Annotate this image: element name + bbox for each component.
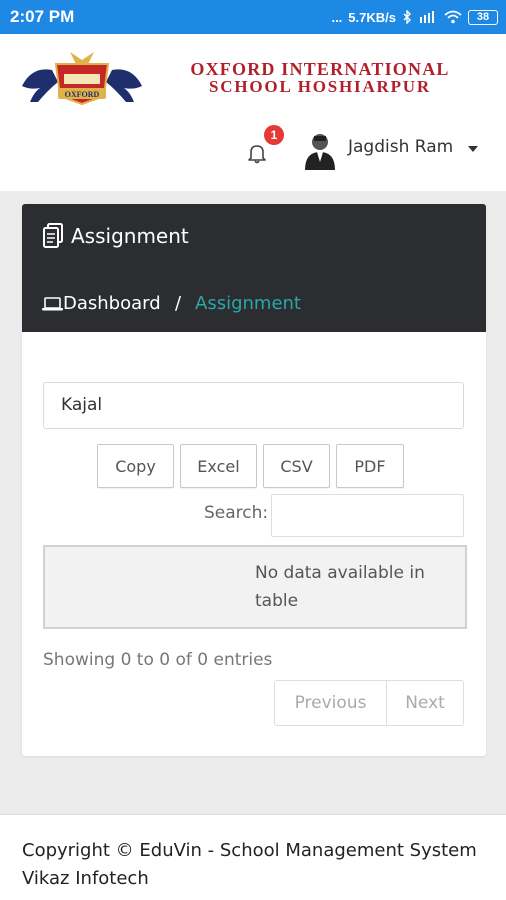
signal-icon <box>420 10 434 23</box>
status-dots: ... <box>331 9 343 25</box>
school-name-line2: SCHOOL HOSHIARPUR <box>209 77 431 96</box>
student-select[interactable]: Kajal <box>43 382 464 429</box>
csv-button[interactable]: CSV <box>263 444 330 488</box>
network-speed: 5.7KB/s <box>348 9 396 25</box>
bell-icon[interactable] <box>246 142 268 164</box>
user-name[interactable]: Jagdish Ram <box>348 137 453 157</box>
breadcrumb-separator: / <box>175 293 182 314</box>
data-table: No data available in table <box>43 545 467 629</box>
caret-down-icon[interactable] <box>468 146 478 152</box>
pdf-button[interactable]: PDF <box>336 444 404 488</box>
card-header: Assignment Dashboard / Assignment <box>22 204 486 332</box>
excel-button[interactable]: Excel <box>180 444 257 488</box>
logo-text: OXFORD <box>65 90 100 99</box>
wifi-icon <box>444 10 462 24</box>
breadcrumb-assignment: Assignment <box>195 293 301 314</box>
page-title: Assignment <box>71 224 189 248</box>
school-name: OXFORD INTERNATIONAL SCHOOL HOSHIARPUR <box>150 60 490 96</box>
previous-button[interactable]: Previous <box>275 681 387 725</box>
notification-badge[interactable]: 1 <box>264 125 284 145</box>
pagination: Previous Next <box>274 680 464 726</box>
table-info: Showing 0 to 0 of 0 entries <box>43 650 273 670</box>
battery-icon: 38 <box>468 9 498 25</box>
app-header: OXFORD OXFORD INTERNATIONAL SCHOOL HOSHI… <box>0 34 506 191</box>
school-name-line1: OXFORD INTERNATIONAL <box>190 59 450 79</box>
school-logo[interactable]: OXFORD <box>18 46 146 108</box>
laptop-icon <box>42 297 63 311</box>
assignment-card: Assignment Dashboard / Assignment Kajal … <box>22 204 486 756</box>
table-empty-message: No data available in table <box>255 563 425 611</box>
search-input[interactable] <box>271 494 464 537</box>
status-icons: ... 5.7KB/s 38 <box>331 9 498 25</box>
user-avatar[interactable] <box>303 130 337 170</box>
status-bar: 2:07 PM ... 5.7KB/s 38 <box>0 0 506 34</box>
bluetooth-icon <box>403 10 411 24</box>
next-button[interactable]: Next <box>387 681 463 725</box>
footer-copyright: Copyright © EduVin - School Management S… <box>22 840 477 861</box>
footer-company[interactable]: Vikaz Infotech <box>22 865 506 893</box>
search-label: Search: <box>204 503 269 523</box>
copy-button[interactable]: Copy <box>97 444 174 488</box>
footer: Copyright © EduVin - School Management S… <box>0 814 506 900</box>
breadcrumb-dashboard[interactable]: Dashboard <box>63 293 161 314</box>
status-time: 2:07 PM <box>10 7 75 26</box>
document-icon <box>43 223 63 248</box>
